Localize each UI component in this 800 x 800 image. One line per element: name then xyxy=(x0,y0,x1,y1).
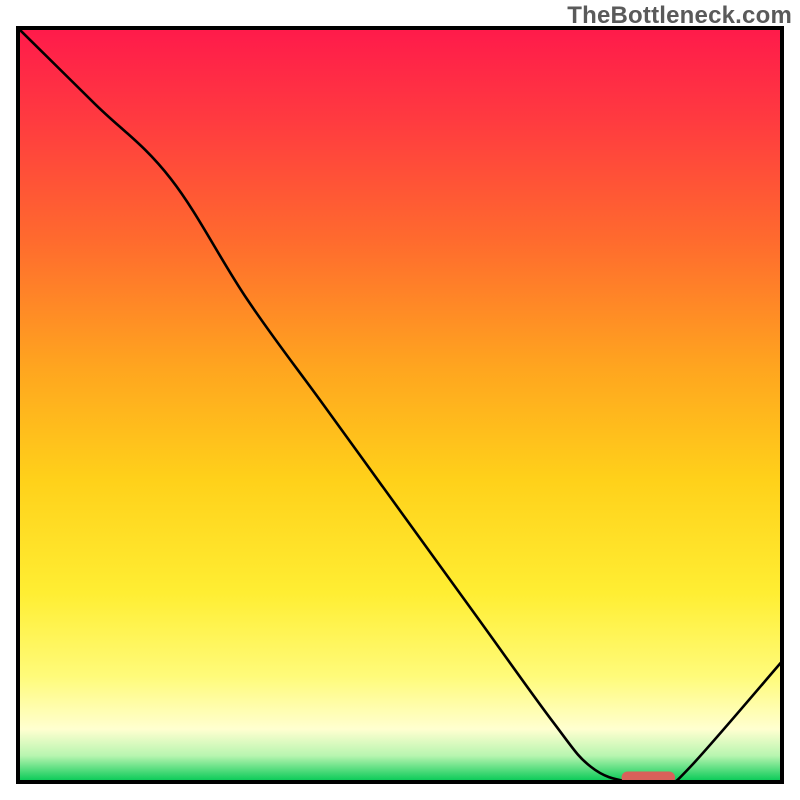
gradient-background xyxy=(18,28,782,782)
plot-area xyxy=(18,28,782,784)
chart-stage: TheBottleneck.com xyxy=(0,0,800,800)
bottleneck-chart xyxy=(0,0,800,800)
watermark-text: TheBottleneck.com xyxy=(567,2,792,30)
